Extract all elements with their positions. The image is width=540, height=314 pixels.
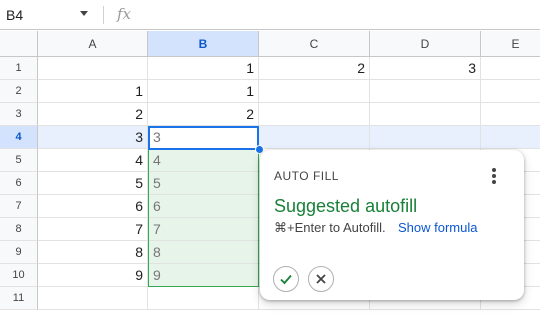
autofill-popup: AUTO FILL Suggested autofill ⌘+Enter to … [260,150,524,300]
close-icon [316,274,326,284]
row-header-7[interactable]: 7 [0,195,38,218]
column-header-d[interactable]: D [370,31,481,57]
formula-bar-divider [103,6,104,24]
cell-a6[interactable]: 5 [38,172,148,195]
row-header-5[interactable]: 5 [0,149,38,172]
cell-a5[interactable]: 4 [38,149,148,172]
column-header-a[interactable]: A [38,31,148,57]
popup-heading: Suggested autofill [274,196,418,216]
cell-b8[interactable]: 7 [148,218,259,241]
row-header-4[interactable]: 4 [0,126,38,149]
name-box[interactable]: B4 [0,0,100,30]
cell-a8[interactable]: 7 [38,218,148,241]
cell-a7[interactable]: 6 [38,195,148,218]
cell-c1[interactable]: 2 [259,57,370,80]
cell-d4[interactable] [370,126,481,149]
cell-a4[interactable]: 3 [38,126,148,149]
cell-b6[interactable]: 5 [148,172,259,195]
caret-down-icon[interactable] [80,11,88,16]
popup-description: ⌘+Enter to Autofill. [274,220,386,235]
popup-title: AUTO FILL [274,169,339,183]
row-header-2[interactable]: 2 [0,80,38,103]
row-header-8[interactable]: 8 [0,218,38,241]
cell-c3[interactable] [259,103,370,126]
row-header-10[interactable]: 10 [0,264,38,287]
column-header-c[interactable]: C [259,31,370,57]
cell-e4[interactable] [481,126,540,149]
cell-b2[interactable]: 1 [148,80,259,103]
reject-autofill-button[interactable] [308,266,334,292]
cell-a3[interactable]: 2 [38,103,148,126]
cell-a1[interactable] [38,57,148,80]
row-header-11[interactable]: 11 [0,287,38,310]
check-icon [280,274,292,285]
row-header-1[interactable]: 1 [0,57,38,80]
cell-b1[interactable]: 1 [148,57,259,80]
cell-c2[interactable] [259,80,370,103]
cell-a10[interactable]: 9 [38,264,148,287]
row-header-9[interactable]: 9 [0,241,38,264]
fx-icon: fx [117,5,132,23]
cell-d2[interactable] [370,80,481,103]
select-all-corner[interactable] [0,31,38,57]
cell-c4[interactable] [259,126,370,149]
show-formula-link[interactable]: Show formula [398,220,477,235]
column-header-e[interactable]: E [481,31,540,57]
column-header-b[interactable]: B [148,31,259,57]
cell-e3[interactable] [481,103,540,126]
formula-bar: B4 fx [0,0,540,30]
cell-b5[interactable]: 4 [148,149,259,172]
cell-b3[interactable]: 2 [148,103,259,126]
cell-a2[interactable]: 1 [38,80,148,103]
more-vert-icon[interactable] [490,168,498,184]
cell-d3[interactable] [370,103,481,126]
cell-e2[interactable] [481,80,540,103]
cell-b4[interactable]: 3 [148,126,259,149]
cell-b7[interactable]: 6 [148,195,259,218]
cell-e1[interactable] [481,57,540,80]
row-header-3[interactable]: 3 [0,103,38,126]
accept-autofill-button[interactable] [273,266,299,292]
cell-b9[interactable]: 8 [148,241,259,264]
cell-a11[interactable] [38,287,148,310]
cell-d1[interactable]: 3 [370,57,481,80]
cell-b11[interactable] [148,287,259,310]
cell-b10[interactable]: 9 [148,264,259,287]
row-header-6[interactable]: 6 [0,172,38,195]
name-box-value: B4 [6,7,24,23]
cell-a9[interactable]: 8 [38,241,148,264]
